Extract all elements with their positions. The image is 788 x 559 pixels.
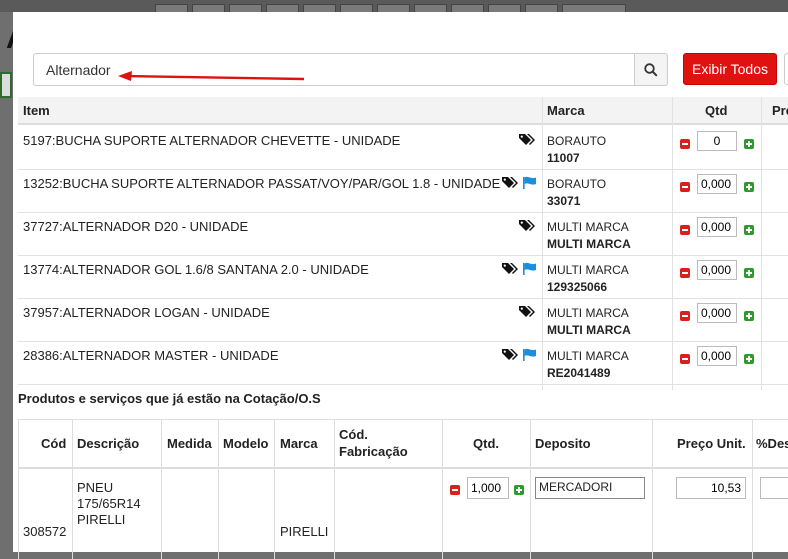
column-preco: Pre: [772, 103, 788, 118]
column-medida: Medida: [167, 436, 212, 451]
column-marca: Marca: [280, 436, 318, 451]
cod-cell: 308572: [23, 524, 67, 539]
table-row[interactable]: 308572 PNEU 175/65R14 PIRELLI PIRELLI: [18, 469, 788, 549]
column-item: Item: [23, 103, 50, 118]
quote-table: Cód Descrição Medida Modelo Marca Cód. Fa…: [18, 419, 788, 559]
background-button: [0, 72, 12, 98]
marca-cell: PIRELLI: [280, 524, 329, 539]
column-desconto: %Des: [756, 436, 788, 451]
quantity-input[interactable]: [697, 346, 737, 366]
increase-qty-button[interactable]: [744, 354, 754, 364]
tags-icon: [502, 177, 518, 188]
increase-qty-button[interactable]: [744, 268, 754, 278]
increase-qty-button[interactable]: [744, 139, 754, 149]
column-descricao: Descrição: [77, 436, 140, 451]
column-marca: Marca: [547, 103, 585, 118]
quantity-input[interactable]: [697, 260, 737, 280]
tags-icon: [519, 306, 535, 317]
column-deposito: Deposito: [535, 436, 591, 451]
search-icon: [644, 62, 658, 77]
unit-price-input[interactable]: [676, 477, 746, 499]
increase-qty-button[interactable]: [744, 182, 754, 192]
tags-icon: [502, 349, 518, 360]
descricao-line: 175/65R14: [77, 496, 141, 511]
marca-cell: BORAUTO 11007: [547, 134, 607, 165]
increase-qty-button[interactable]: [744, 311, 754, 321]
flag-icon: [523, 348, 536, 361]
quantity-input[interactable]: [697, 217, 737, 237]
marca-cell: BORAUTO 33071: [547, 177, 607, 208]
product-search-modal: Exibir Todos Item Marca Qtd Pre 5197:BUC…: [13, 12, 788, 559]
table-row[interactable]: 13252:BUCHA SUPORTE ALTERNADOR PASSAT/VO…: [18, 170, 788, 213]
column-preco-unit: Preço Unit.: [677, 436, 746, 451]
table-row[interactable]: 13774:ALTERNADOR GOL 1.6/8 SANTANA 2.0 -…: [18, 256, 788, 299]
tags-icon: [502, 263, 518, 274]
column-qtd: Qtd: [705, 103, 728, 118]
quantity-input[interactable]: [697, 174, 737, 194]
row-icons: [519, 133, 536, 146]
quantity-input[interactable]: [697, 131, 737, 151]
item-name: 5197:BUCHA SUPORTE ALTERNADOR CHEVETTE -…: [23, 133, 401, 148]
decrease-qty-button[interactable]: [680, 311, 690, 321]
row-icons: [519, 305, 536, 318]
row-icons: [502, 348, 537, 361]
row-icons: [502, 176, 537, 189]
deposito-select[interactable]: MERCADORI: [535, 477, 645, 499]
item-name: 13774:ALTERNADOR GOL 1.6/8 SANTANA 2.0 -…: [23, 262, 369, 277]
decrease-qty-button[interactable]: [680, 268, 690, 278]
quantity-input[interactable]: [697, 303, 737, 323]
item-name: 37957:ALTERNADOR LOGAN - UNIDADE: [23, 305, 270, 320]
search-button[interactable]: [635, 53, 668, 86]
flag-icon: [523, 176, 536, 189]
decrease-qty-button[interactable]: [680, 139, 690, 149]
decrease-qty-button[interactable]: [450, 485, 460, 495]
item-name: 28386:ALTERNADOR MASTER - UNIDADE: [23, 348, 279, 363]
quote-section-title: Produtos e serviços que já estão na Cota…: [18, 391, 321, 406]
table-row[interactable]: 5197:BUCHA SUPORTE ALTERNADOR CHEVETTE -…: [18, 127, 788, 170]
extra-button[interactable]: [784, 53, 788, 85]
table-row[interactable]: 28386:ALTERNADOR MASTER - UNIDADE MULTI …: [18, 342, 788, 385]
descricao-line: PIRELLI: [77, 512, 126, 527]
tags-icon: [519, 220, 535, 231]
marca-cell: MULTI MARCA 129325066: [547, 263, 629, 294]
discount-input[interactable]: [760, 477, 788, 499]
quote-table-header: Cód Descrição Medida Modelo Marca Cód. Fa…: [18, 419, 788, 469]
red-annotation-arrow: [118, 71, 305, 81]
decrease-qty-button[interactable]: [680, 225, 690, 235]
table-row[interactable]: 37957:ALTERNADOR LOGAN - UNIDADE MULTI M…: [18, 299, 788, 342]
decrease-qty-button[interactable]: [680, 354, 690, 364]
descricao-line: PNEU: [77, 480, 114, 495]
results-table: Item Marca Qtd Pre 5197:BUCHA SUPORTE AL…: [18, 97, 788, 390]
decrease-qty-button[interactable]: [680, 182, 690, 192]
item-name: 37727:ALTERNADOR D20 - UNIDADE: [23, 219, 249, 234]
marca-cell: MULTI MARCA MULTI MARCA: [547, 306, 631, 337]
increase-qty-button[interactable]: [514, 485, 524, 495]
item-name: 13252:BUCHA SUPORTE ALTERNADOR PASSAT/VO…: [23, 176, 501, 191]
flag-icon: [523, 262, 536, 275]
show-all-button[interactable]: Exibir Todos: [683, 53, 777, 85]
tags-icon: [519, 134, 535, 145]
row-icons: [519, 219, 536, 232]
column-qtd: Qtd.: [473, 436, 499, 451]
marca-cell: MULTI MARCA MULTI MARCA: [547, 220, 631, 251]
row-icons: [502, 262, 537, 275]
column-cod: Cód: [41, 436, 67, 451]
table-row[interactable]: 37727:ALTERNADOR D20 - UNIDADE MULTI MAR…: [18, 213, 788, 256]
column-cod-fabricacao: Cód. Fabricação: [339, 427, 408, 459]
column-modelo: Modelo: [223, 436, 269, 451]
marca-cell: MULTI MARCA RE2041489: [547, 349, 629, 380]
increase-qty-button[interactable]: [744, 225, 754, 235]
quantity-input[interactable]: [467, 477, 509, 499]
